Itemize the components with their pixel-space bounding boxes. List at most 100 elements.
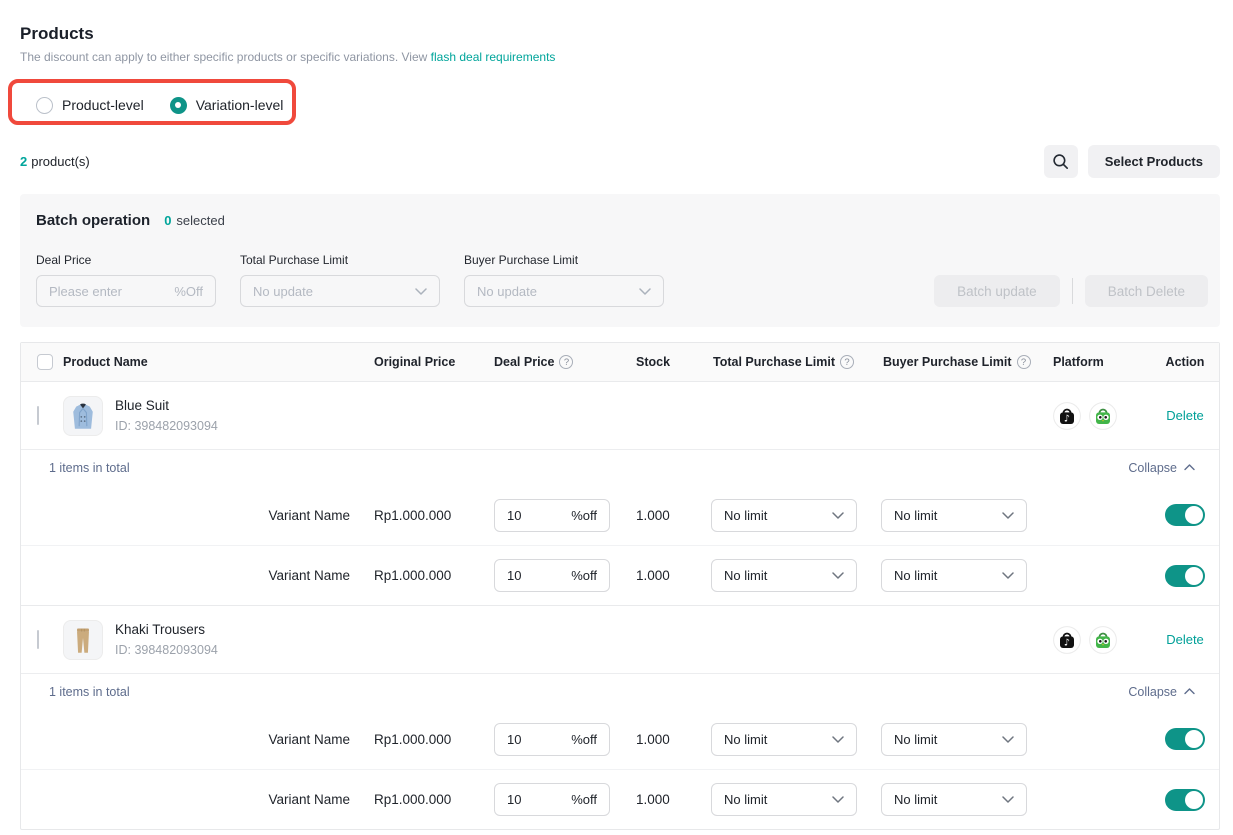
variant-buyer-limit-select[interactable]: No limit bbox=[881, 559, 1027, 592]
items-total-label: 1 items in total bbox=[49, 461, 130, 475]
toggle-knob bbox=[1185, 567, 1203, 585]
variant-subheader: 1 items in total Collapse bbox=[21, 449, 1219, 485]
chevron-down-icon bbox=[1002, 512, 1014, 519]
header-original-price: Original Price bbox=[366, 355, 494, 369]
products-page: Products The discount can apply to eithe… bbox=[0, 0, 1233, 835]
variant-enabled-toggle[interactable] bbox=[1165, 504, 1205, 526]
delete-product-link[interactable]: Delete bbox=[1166, 632, 1204, 647]
variant-buyer-limit-select[interactable]: No limit bbox=[881, 783, 1027, 816]
batch-delete-button[interactable]: Batch Delete bbox=[1085, 275, 1208, 307]
variant-row: Variant Name Rp1.000.000 %off 1.000 No l… bbox=[21, 485, 1219, 545]
percent-off-suffix: %off bbox=[571, 732, 597, 747]
variant-deal-price-field[interactable]: %off bbox=[494, 559, 610, 592]
batch-deal-price-field[interactable]: %Off bbox=[36, 275, 216, 307]
variant-stock: 1.000 bbox=[634, 732, 711, 747]
radio-product-level-label: Product-level bbox=[62, 97, 144, 113]
variant-total-limit-value: No limit bbox=[724, 792, 767, 807]
batch-operation-panel: Batch operation 0 selected Deal Price %O… bbox=[20, 194, 1220, 327]
batch-update-button[interactable]: Batch update bbox=[934, 275, 1060, 307]
help-icon[interactable] bbox=[840, 355, 854, 369]
variant-name: Variant Name bbox=[63, 568, 366, 583]
product-thumb bbox=[63, 620, 103, 660]
deal-price-label: Deal Price bbox=[36, 253, 216, 267]
variant-deal-price-input[interactable] bbox=[507, 732, 571, 747]
toggle-knob bbox=[1185, 730, 1203, 748]
percent-off-suffix: %off bbox=[571, 568, 597, 583]
collapse-label: Collapse bbox=[1128, 461, 1177, 475]
variant-enabled-toggle[interactable] bbox=[1165, 789, 1205, 811]
collapse-button[interactable]: Collapse bbox=[1128, 461, 1195, 475]
total-purchase-limit-label: Total Purchase Limit bbox=[240, 253, 440, 267]
variant-deal-price-input[interactable] bbox=[507, 792, 571, 807]
product-group: Blue Suit ID: 398482093094 ♪ bbox=[21, 382, 1219, 605]
variant-total-limit-select[interactable]: No limit bbox=[711, 723, 857, 756]
variant-deal-price-input[interactable] bbox=[507, 568, 571, 583]
tokopedia-icon bbox=[1089, 626, 1117, 654]
variant-stock: 1.000 bbox=[634, 508, 711, 523]
radio-unselected-icon[interactable] bbox=[36, 97, 53, 114]
batch-buyer-limit-select[interactable]: No update bbox=[464, 275, 664, 307]
divider bbox=[1072, 278, 1073, 304]
product-id: ID: 398482093094 bbox=[115, 418, 218, 435]
product-checkbox[interactable] bbox=[37, 630, 39, 649]
count-bar: 2product(s) Select Products bbox=[20, 145, 1220, 178]
product-checkbox[interactable] bbox=[37, 406, 39, 425]
radio-product-level[interactable]: Product-level bbox=[36, 97, 144, 114]
chevron-down-icon bbox=[415, 288, 427, 295]
page-subtitle: The discount can apply to either specifi… bbox=[20, 50, 1220, 65]
variant-enabled-toggle[interactable] bbox=[1165, 728, 1205, 750]
product-row: Blue Suit ID: 398482093094 ♪ bbox=[21, 382, 1219, 449]
select-all-checkbox[interactable] bbox=[37, 354, 53, 370]
svg-text:♪: ♪ bbox=[1064, 637, 1070, 648]
header-total-purchase-limit: Total Purchase Limit bbox=[713, 355, 835, 369]
variant-buyer-limit-select[interactable]: No limit bbox=[881, 499, 1027, 532]
help-icon[interactable] bbox=[559, 355, 573, 369]
variant-deal-price-field[interactable]: %off bbox=[494, 783, 610, 816]
chevron-down-icon bbox=[832, 796, 844, 803]
select-products-button[interactable]: Select Products bbox=[1088, 145, 1220, 178]
chevron-down-icon bbox=[1002, 572, 1014, 579]
variant-buyer-limit-select[interactable]: No limit bbox=[881, 723, 1027, 756]
variant-original-price: Rp1.000.000 bbox=[366, 508, 494, 523]
variant-deal-price-field[interactable]: %off bbox=[494, 723, 610, 756]
toggle-knob bbox=[1185, 791, 1203, 809]
batch-total-limit-select[interactable]: No update bbox=[240, 275, 440, 307]
batch-selected-count: 0 bbox=[164, 213, 171, 228]
product-row: Khaki Trousers ID: 398482093094 ♪ bbox=[21, 606, 1219, 673]
radio-selected-icon[interactable] bbox=[170, 97, 187, 114]
header-product-name: Product Name bbox=[63, 355, 366, 369]
chevron-down-icon bbox=[1002, 736, 1014, 743]
radio-variation-level[interactable]: Variation-level bbox=[170, 97, 284, 114]
variant-deal-price-field[interactable]: %off bbox=[494, 499, 610, 532]
product-thumb bbox=[63, 396, 103, 436]
product-count-number: 2 bbox=[20, 154, 27, 169]
batch-deal-price-input[interactable] bbox=[49, 284, 174, 299]
search-button[interactable] bbox=[1044, 145, 1078, 178]
variant-buyer-limit-value: No limit bbox=[894, 732, 937, 747]
variant-total-limit-value: No limit bbox=[724, 568, 767, 583]
help-icon[interactable] bbox=[1017, 355, 1031, 369]
variant-row: Variant Name Rp1.000.000 %off 1.000 No l… bbox=[21, 769, 1219, 829]
delete-product-link[interactable]: Delete bbox=[1166, 408, 1204, 423]
product-id: ID: 398482093094 bbox=[115, 642, 218, 659]
variant-subheader: 1 items in total Collapse bbox=[21, 673, 1219, 709]
variant-total-limit-select[interactable]: No limit bbox=[711, 559, 857, 592]
collapse-button[interactable]: Collapse bbox=[1128, 685, 1195, 699]
header-stock: Stock bbox=[634, 355, 711, 369]
table-body: Blue Suit ID: 398482093094 ♪ bbox=[21, 382, 1219, 829]
variant-enabled-toggle[interactable] bbox=[1165, 565, 1205, 587]
variant-name: Variant Name bbox=[63, 792, 366, 807]
tiktok-shop-icon: ♪ bbox=[1053, 402, 1081, 430]
variant-total-limit-select[interactable]: No limit bbox=[711, 499, 857, 532]
variant-deal-price-input[interactable] bbox=[507, 508, 571, 523]
radio-variation-level-label: Variation-level bbox=[196, 97, 284, 113]
search-icon bbox=[1052, 153, 1069, 170]
chevron-up-icon bbox=[1184, 464, 1195, 471]
chevron-down-icon bbox=[832, 736, 844, 743]
items-total-label: 1 items in total bbox=[49, 685, 130, 699]
variant-total-limit-select[interactable]: No limit bbox=[711, 783, 857, 816]
header-platform: Platform bbox=[1051, 355, 1151, 369]
variant-name: Variant Name bbox=[63, 732, 366, 747]
batch-operation-title: Batch operation bbox=[36, 212, 150, 229]
flash-deal-requirements-link[interactable]: flash deal requirements bbox=[431, 50, 556, 64]
